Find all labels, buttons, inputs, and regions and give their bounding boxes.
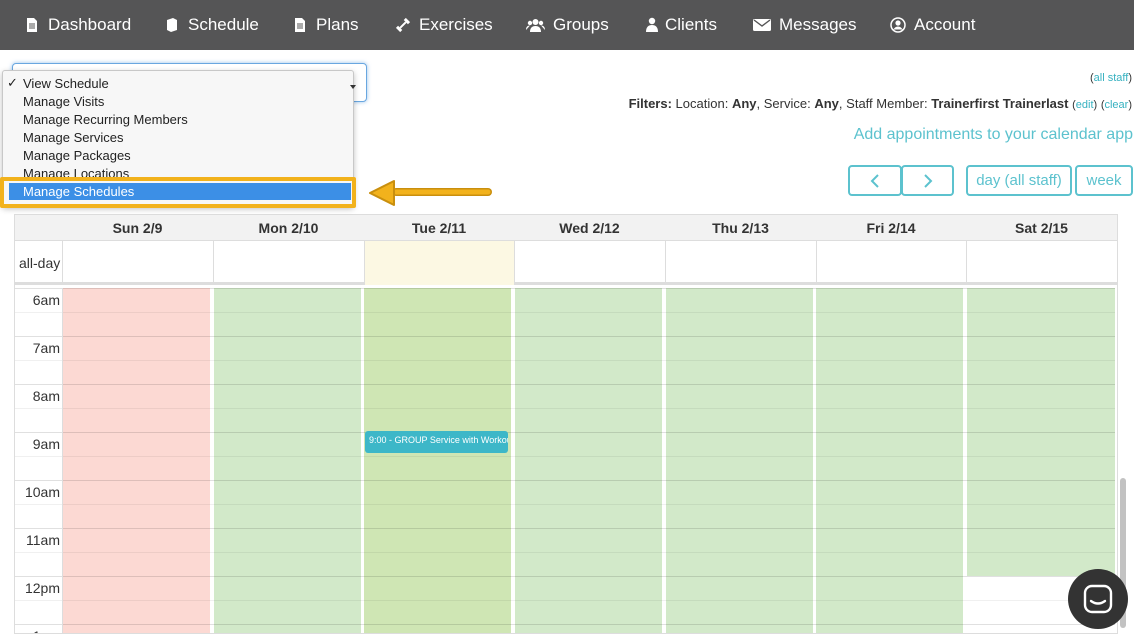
day-header: Thu 2/13 bbox=[712, 220, 769, 236]
staff-label: Staff Member: bbox=[846, 96, 928, 111]
nav-label: Account bbox=[914, 15, 976, 34]
nav-label: Dashboard bbox=[48, 15, 132, 34]
hour-label: 6am bbox=[32, 292, 60, 308]
prev-button[interactable] bbox=[848, 165, 902, 196]
nav-label: Exercises bbox=[419, 15, 493, 34]
next-button[interactable] bbox=[901, 165, 954, 196]
annotation-highlight-frame bbox=[0, 177, 356, 208]
day-column-thu[interactable] bbox=[666, 288, 813, 633]
day-column-wed[interactable] bbox=[515, 288, 662, 633]
option-manage-services[interactable]: Manage Services bbox=[23, 129, 123, 147]
week-calendar: Sun 2/9 Mon 2/10 Tue 2/11 Wed 2/12 Thu 2… bbox=[14, 214, 1118, 634]
top-nav: Dashboard Schedule Plans Exercises Group… bbox=[0, 0, 1134, 50]
calendar-header-row: Sun 2/9 Mon 2/10 Tue 2/11 Wed 2/12 Thu 2… bbox=[15, 215, 1117, 241]
nav-messages[interactable]: Messages bbox=[753, 0, 856, 50]
chevron-left-icon bbox=[870, 173, 879, 188]
users-icon bbox=[526, 17, 545, 33]
hour-label: 9am bbox=[32, 436, 60, 452]
day-header: Sat 2/15 bbox=[1015, 220, 1068, 236]
nav-clients[interactable]: Clients bbox=[646, 0, 717, 50]
allday-label: all-day bbox=[19, 255, 61, 271]
filters-label: Filters: bbox=[628, 96, 672, 111]
file-icon bbox=[24, 17, 40, 33]
day-column-mon[interactable] bbox=[214, 288, 361, 633]
nav-plans[interactable]: Plans bbox=[292, 0, 359, 50]
staff-value: Trainerfirst Trainerlast bbox=[931, 96, 1069, 111]
chevron-right-icon bbox=[923, 173, 932, 188]
nav-label: Clients bbox=[665, 15, 717, 34]
user-icon bbox=[646, 17, 658, 33]
day-column-sun[interactable] bbox=[63, 288, 210, 633]
nav-label: Groups bbox=[553, 15, 609, 34]
option-manage-recurring-members[interactable]: Manage Recurring Members bbox=[23, 111, 188, 129]
allday-row: all-day bbox=[15, 241, 1117, 285]
today-allday-cell[interactable] bbox=[364, 241, 514, 285]
nav-account[interactable]: Account bbox=[890, 0, 975, 50]
day-column-tue[interactable] bbox=[364, 288, 511, 633]
annotation-arrow-icon bbox=[368, 178, 492, 213]
day-header: Tue 2/11 bbox=[411, 220, 467, 236]
all-staff-row: (all staff) bbox=[1090, 72, 1132, 84]
account-circle-icon bbox=[890, 17, 906, 33]
nav-dashboard[interactable]: Dashboard bbox=[24, 0, 131, 50]
chat-bubble-icon bbox=[1083, 584, 1113, 614]
envelope-icon bbox=[753, 17, 771, 33]
document-icon bbox=[292, 17, 308, 33]
service-value: Any bbox=[814, 96, 839, 111]
day-all-staff-button[interactable]: day (all staff) bbox=[966, 165, 1072, 196]
option-manage-packages[interactable]: Manage Packages bbox=[23, 147, 131, 165]
day-header: Fri 2/14 bbox=[866, 220, 916, 236]
location-value: Any bbox=[731, 96, 757, 111]
hour-label: 7am bbox=[32, 340, 60, 356]
all-staff-link[interactable]: all staff bbox=[1094, 72, 1129, 84]
chat-launcher-button[interactable] bbox=[1068, 569, 1128, 629]
day-header: Mon 2/10 bbox=[258, 220, 319, 236]
calendar-event[interactable]: 9:00 - GROUP Service with Workout bbox=[365, 431, 508, 453]
option-view-schedule[interactable]: View Schedule bbox=[23, 75, 109, 93]
week-button[interactable]: week bbox=[1075, 165, 1133, 196]
location-label: Location: bbox=[675, 96, 729, 111]
day-header: Wed 2/12 bbox=[559, 220, 620, 236]
day-column-fri[interactable] bbox=[816, 288, 963, 633]
option-manage-visits[interactable]: Manage Visits bbox=[23, 93, 104, 111]
filters-row: Filters: Location: Any, Service: Any, St… bbox=[628, 96, 1132, 111]
hour-label: 1pm bbox=[15, 628, 60, 633]
chevron-down-icon bbox=[350, 85, 356, 89]
paren-close: ) bbox=[1128, 72, 1132, 84]
dumbbell-icon bbox=[395, 17, 411, 33]
nav-schedule[interactable]: Schedule bbox=[164, 0, 259, 50]
checkmark-icon: ✓ bbox=[7, 75, 18, 90]
hour-label: 12pm bbox=[24, 580, 60, 596]
nav-exercises[interactable]: Exercises bbox=[395, 0, 493, 50]
calendar-body: 6am 7am 8am 9am 10am 11am 12pm 1pm 9:00 … bbox=[15, 288, 1117, 633]
clear-link[interactable]: clear bbox=[1104, 99, 1128, 111]
add-appointments-link[interactable]: Add appointments to your calendar app bbox=[854, 126, 1133, 144]
nav-label: Plans bbox=[316, 15, 359, 34]
hour-label: 10am bbox=[24, 484, 60, 500]
day-header: Sun 2/9 bbox=[112, 220, 163, 236]
nav-label: Messages bbox=[779, 15, 857, 34]
nav-label: Schedule bbox=[188, 15, 259, 34]
hour-label: 11am bbox=[26, 532, 60, 548]
hour-label: 8am bbox=[32, 388, 60, 404]
nav-groups[interactable]: Groups bbox=[526, 0, 609, 50]
book-icon bbox=[164, 17, 180, 33]
edit-link[interactable]: edit bbox=[1076, 99, 1094, 111]
service-label: Service: bbox=[763, 96, 811, 111]
